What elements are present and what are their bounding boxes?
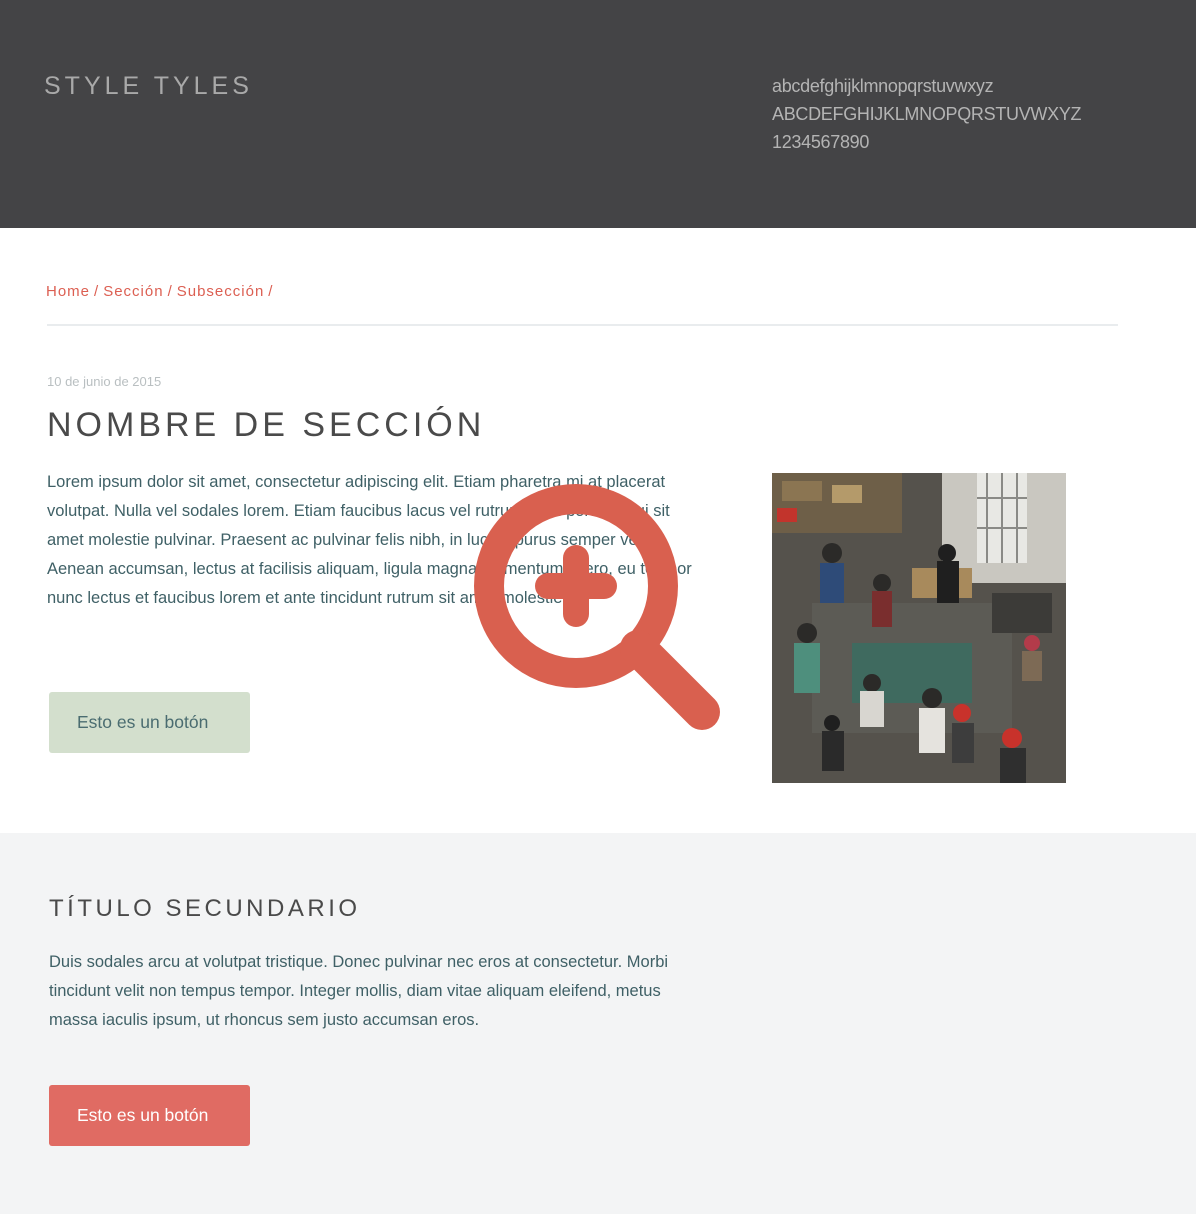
specimen-digits: 1234567890 xyxy=(772,132,870,152)
breadcrumb-section[interactable]: Sección xyxy=(103,283,163,300)
section-title: NOMBRE DE SECCIÓN xyxy=(47,406,486,444)
primary-button[interactable]: Esto es un botón xyxy=(49,692,250,753)
header: STYLE TYLES abcdefghijklmnopqrstuvwxyz A… xyxy=(0,0,1196,228)
post-date: 10 de junio de 2015 xyxy=(47,374,162,389)
breadcrumb-separator: / xyxy=(268,283,274,300)
breadcrumb-home[interactable]: Home xyxy=(46,283,90,300)
specimen-lowercase: abcdefghijklmnopqrstuvwxyz xyxy=(772,76,994,96)
specimen-uppercase: ABCDEFGHIJKLMNOPQRSTUVWXYZ xyxy=(772,104,1082,124)
secondary-title: TÍTULO SECUNDARIO xyxy=(49,895,361,922)
breadcrumb-separator: / xyxy=(94,283,100,300)
type-specimen: abcdefghijklmnopqrstuvwxyz ABCDEFGHIJKLM… xyxy=(772,72,1082,156)
breadcrumb: Home / Sección / Subsección / xyxy=(46,283,277,300)
breadcrumb-separator: / xyxy=(167,283,173,300)
market-photo xyxy=(772,473,1066,783)
zoom-in-icon[interactable] xyxy=(470,480,730,740)
secondary-button[interactable]: Esto es un botón xyxy=(49,1085,250,1146)
divider xyxy=(47,324,1118,326)
secondary-body-text: Duis sodales arcu at volutpat tristique.… xyxy=(49,953,669,1029)
breadcrumb-subsection[interactable]: Subsección xyxy=(177,283,265,300)
brand-title: STYLE TYLES xyxy=(44,72,253,100)
